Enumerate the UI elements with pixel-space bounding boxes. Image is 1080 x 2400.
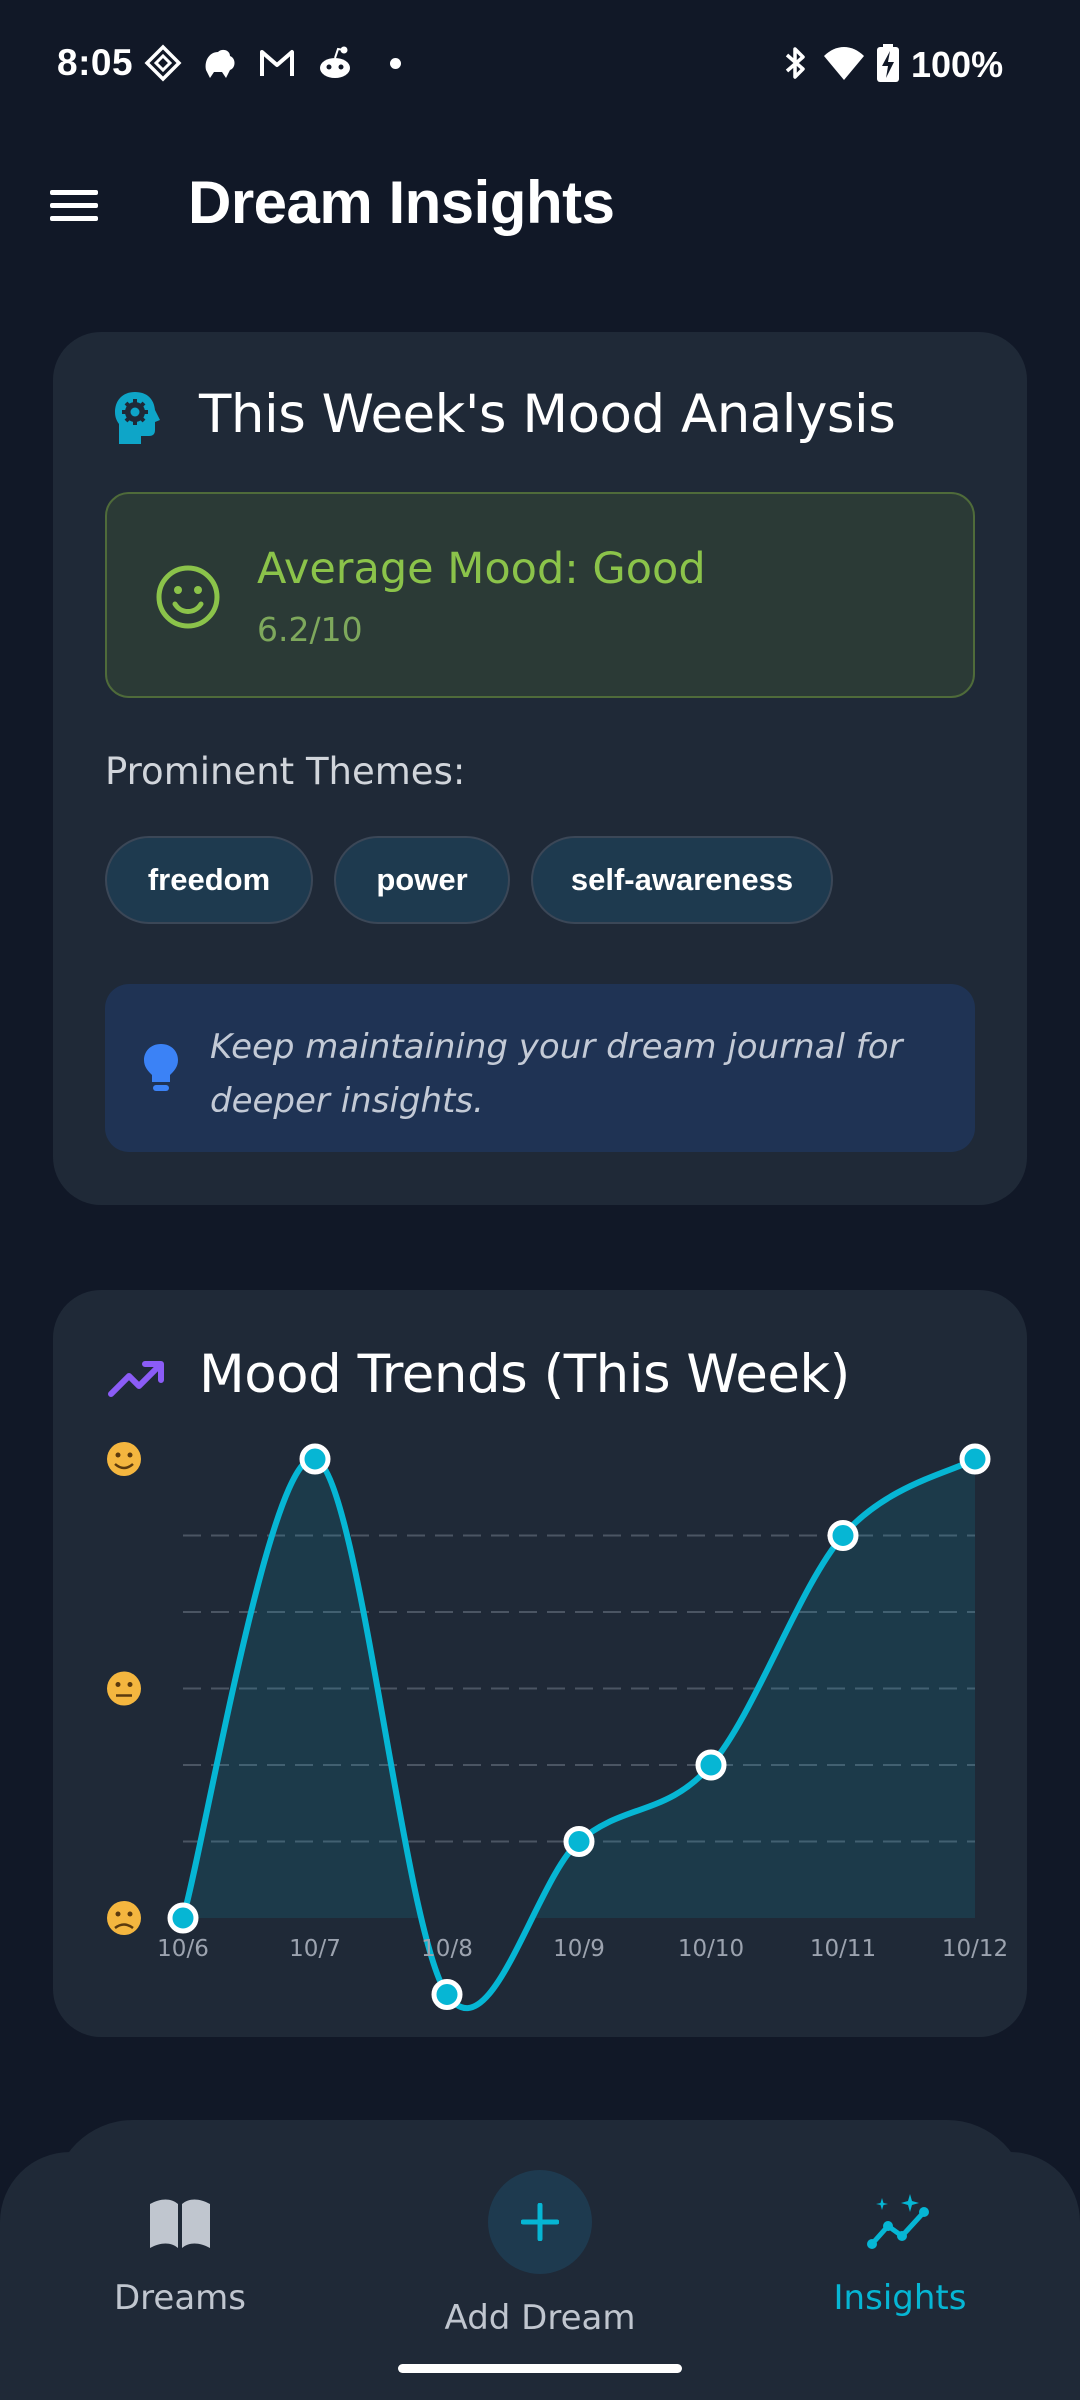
open-book-icon (150, 2199, 210, 2248)
chart-x-tick-label: 10/7 (289, 1936, 341, 1962)
chart-data-point (563, 1826, 595, 1857)
chart-x-tick-label: 10/11 (810, 1936, 876, 1962)
chart-x-tick-label: 10/12 (942, 1936, 1008, 1962)
sad-face-icon (107, 1901, 141, 1935)
chart-data-point (431, 1979, 463, 2010)
chart-data-point (167, 1902, 199, 1934)
nav-label-add-dream: Add Dream (444, 2298, 636, 2338)
chart-y-marker-label: 😊 (123, 1466, 124, 1468)
nav-item-insights[interactable]: Insights (770, 2152, 1030, 2372)
chart-x-tick-label: 10/8 (421, 1936, 473, 1962)
sparkle-chart-icon (867, 2194, 929, 2249)
face-eye (127, 1911, 133, 1917)
neutral-face-icon (107, 1671, 141, 1706)
chart-data-point (299, 1443, 331, 1475)
happy-face-icon (107, 1442, 141, 1476)
chart-y-marker-label: 😐 (123, 1696, 124, 1698)
add-dream-button[interactable] (488, 2170, 592, 2274)
face-eye (115, 1911, 121, 1917)
screen: 8:05 100% Dream Insights This Week's Moo… (0, 0, 1080, 2400)
chart-data-point (959, 1443, 991, 1475)
nav-label-insights: Insights (833, 2278, 967, 2318)
home-indicator (398, 2364, 682, 2373)
mood-trend-chart: 10/6 10/7 10/8 10/9 10/10 10/11 10/12 😊 😐 😢 (107, 1442, 1008, 2011)
chart-x-tick-label: 10/6 (157, 1936, 209, 1962)
face-eye (127, 1682, 133, 1687)
chart-data-point (827, 1520, 859, 1551)
chart-x-tick-label: 10/10 (678, 1936, 744, 1962)
nav-item-dreams[interactable]: Dreams (50, 2152, 310, 2372)
face-eye (127, 1452, 133, 1458)
nav-label-dreams: Dreams (114, 2278, 246, 2318)
plus-icon (521, 2203, 559, 2241)
chart-x-tick-label: 10/9 (553, 1936, 605, 1962)
face-eye (115, 1452, 121, 1458)
face-eye (115, 1682, 121, 1687)
chart-data-point (695, 1749, 727, 1781)
chart-y-marker-label: 😢 (123, 1925, 124, 1927)
